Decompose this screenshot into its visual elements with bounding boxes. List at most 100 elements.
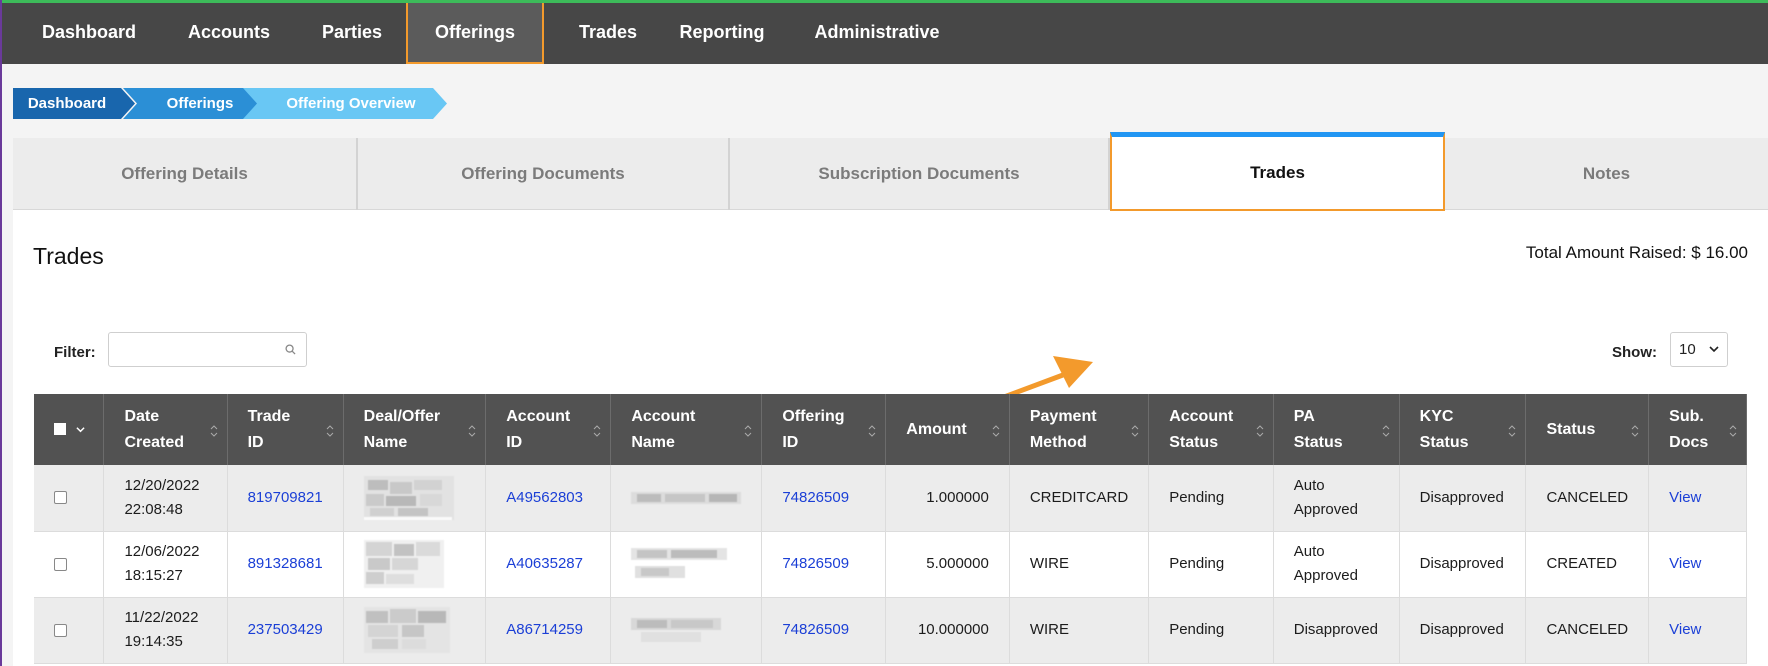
account-status-cell: Pending [1148,531,1274,598]
row-checkbox[interactable] [54,557,67,571]
account-id-cell: A40635287 [485,531,612,598]
amount-cell: 1.000000 [885,465,1010,532]
redacted-account-name [631,491,742,504]
breadcrumb-offering-overview: Offering Overview [243,88,447,119]
nav-item-administrative[interactable]: Administrative [812,3,942,64]
header-account-name[interactable]: Account Name [610,394,763,465]
chevron-down-icon [1709,346,1719,353]
amount-cell: 10.000000 [885,597,1010,664]
offering-id-cell: 74826509 [761,465,887,532]
trade-id-cell: 891328681 [227,531,344,598]
search-icon [285,344,296,355]
nav-item-trades[interactable]: Trades [558,3,658,64]
kyc-status-cell: Disapproved [1399,465,1527,532]
nav-item-reporting[interactable]: Reporting [672,3,772,64]
offering-panel: Offering Details Offering Documents Subs… [13,132,1768,666]
date-created-cell: 12/20/2022 22:08:48 [103,465,228,532]
kyc-status-cell: Disapproved [1399,531,1527,598]
sort-icon [1382,425,1390,437]
deal-offer-name-cell [343,597,487,664]
page: Dashboard Accounts Parties Offerings Tra… [0,0,1768,666]
view-sub-docs-link[interactable]: View [1669,555,1701,572]
header-deal-offer-name[interactable]: Deal/Offer Name [343,394,487,465]
sub-docs-cell: View [1648,597,1747,664]
offering-id-link[interactable]: 74826509 [782,621,849,638]
tab-offering-details[interactable]: Offering Details [13,138,358,210]
header-pa-status[interactable]: PA Status [1273,394,1400,465]
pa-status-cell: Auto Approved [1273,531,1400,598]
view-sub-docs-link[interactable]: View [1669,621,1701,638]
table-row: 12/20/202222:08:48 819709821 A49562803 [34,465,1747,532]
deal-offer-name-cell [343,465,487,532]
sort-icon [744,425,752,437]
sort-icon [992,425,1000,437]
trade-id-cell: 237503429 [227,597,344,664]
select-all-header[interactable] [34,394,105,465]
sort-icon [210,425,217,437]
amount-cell: 5.000000 [885,531,1010,598]
sort-icon [868,425,876,437]
tab-notes[interactable]: Notes [1443,138,1768,210]
nav-item-offerings[interactable]: Offerings [406,3,544,64]
account-id-link[interactable]: A86714259 [506,621,583,638]
payment-method-cell: WIRE [1009,531,1150,598]
show-entries-select[interactable]: 10 [1670,332,1728,367]
date-created-cell: 12/06/2022 18:15:27 [103,531,228,598]
breadcrumb-offerings[interactable]: Offerings [123,88,265,119]
header-kyc-status[interactable]: KYC Status [1399,394,1527,465]
select-all-checkbox[interactable] [54,423,66,436]
account-status-cell: Pending [1148,465,1274,532]
pa-status-cell: Auto Approved [1273,465,1400,532]
nav-item-dashboard[interactable]: Dashboard [32,3,146,64]
header-offering-id[interactable]: Offering ID [761,394,887,465]
account-status-cell: Pending [1148,597,1274,664]
sort-icon [593,425,601,437]
sort-icon [1729,425,1737,437]
header-trade-id[interactable]: Trade ID [227,394,344,465]
redacted-account-name [631,618,722,642]
header-sub-docs[interactable]: Sub. Docs [1648,394,1747,465]
trade-id-link[interactable]: 819709821 [248,489,323,506]
sort-icon [468,425,476,437]
account-id-link[interactable]: A40635287 [506,555,583,572]
tab-bar: Offering Details Offering Documents Subs… [13,132,1768,211]
row-checkbox[interactable] [54,623,67,637]
header-account-status[interactable]: Account Status [1148,394,1274,465]
redacted-deal-name [363,540,444,588]
offering-id-link[interactable]: 74826509 [782,555,849,572]
header-amount[interactable]: Amount [885,394,1010,465]
nav-item-accounts[interactable]: Accounts [172,3,286,64]
chevron-down-icon[interactable] [76,425,86,434]
trade-id-link[interactable]: 237503429 [248,621,323,638]
offering-id-link[interactable]: 74826509 [782,489,849,506]
row-checkbox[interactable] [54,491,67,505]
redacted-deal-name [363,607,450,653]
sort-icon [1131,425,1139,437]
breadcrumb-dashboard[interactable]: Dashboard [13,88,135,119]
account-id-link[interactable]: A49562803 [506,489,583,506]
section-title: Trades [33,243,104,269]
header-account-id[interactable]: Account ID [485,394,612,465]
header-status[interactable]: Status [1525,394,1650,465]
account-id-cell: A49562803 [485,465,612,532]
offering-id-cell: 74826509 [761,531,887,598]
total-amount-raised: Total Amount Raised: $ 16.00 [1525,243,1748,262]
nav-item-parties[interactable]: Parties [302,3,402,64]
header-date-created[interactable]: Date Created [103,394,228,465]
tab-offering-documents[interactable]: Offering Documents [358,138,730,210]
redacted-deal-name [363,475,454,520]
status-cell: CANCELED [1525,465,1650,532]
view-sub-docs-link[interactable]: View [1669,489,1701,506]
main-navbar: Dashboard Accounts Parties Offerings Tra… [2,3,1768,64]
offering-id-cell: 74826509 [761,597,887,664]
date-created-cell: 11/22/2022 19:14:35 [103,597,228,664]
table-row: 11/22/202219:14:35 237503429 A86714259 [34,597,1747,664]
tab-trades[interactable]: Trades [1110,132,1445,211]
trade-id-cell: 819709821 [227,465,344,532]
payment-method-cell: WIRE [1009,597,1150,664]
header-payment-method[interactable]: Payment Method [1009,394,1150,465]
trade-id-link[interactable]: 891328681 [248,555,323,572]
tab-subscription-documents[interactable]: Subscription Documents [730,138,1110,210]
row-select-cell [34,465,105,532]
filter-input[interactable] [108,332,307,367]
